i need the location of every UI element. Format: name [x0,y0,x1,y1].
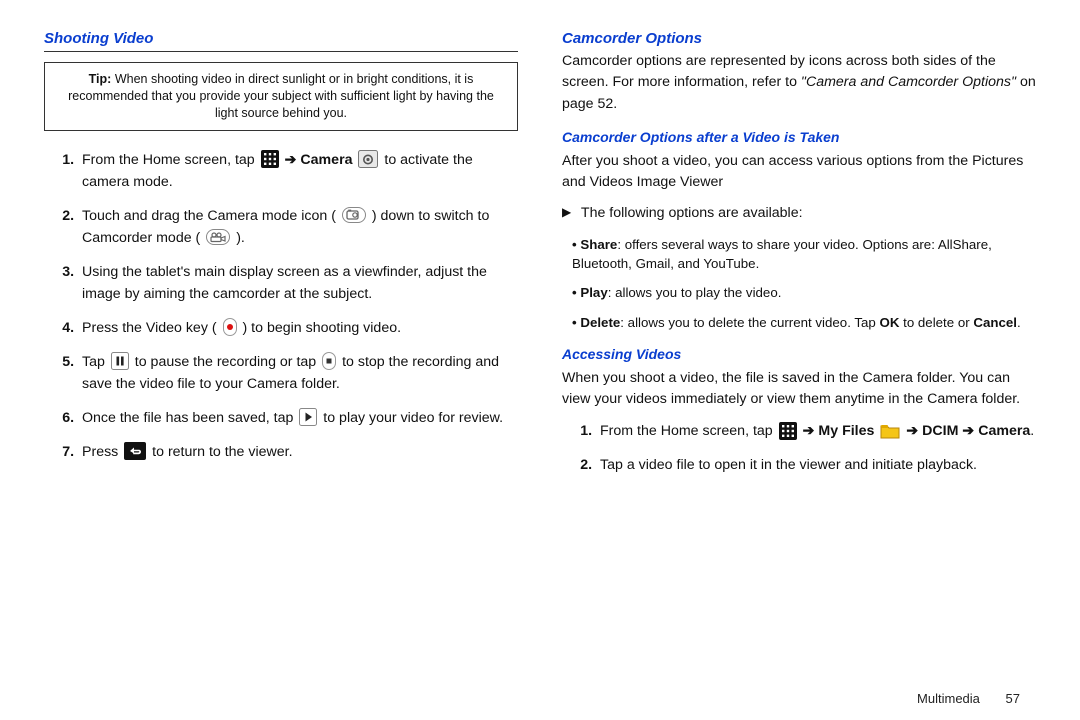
option-share: Share: offers several ways to share your… [572,235,1036,274]
myfiles-label: My Files [818,423,874,439]
text: Press [82,444,122,460]
text: Touch and drag the Camera mode icon ( [82,208,336,224]
play-icon [299,408,317,426]
page: Shooting Video Tip: When shooting video … [0,0,1080,488]
tip-label: Tip: [89,72,112,86]
page-footer: Multimedia 57 [917,691,1020,706]
step-7: Press to return to the viewer. [78,441,518,463]
text: ). [236,230,245,246]
back-key-icon [124,442,146,460]
text: : offers several ways to share your vide… [572,237,992,271]
accessing-para: When you shoot a video, the file is save… [562,368,1036,411]
rule [44,51,518,52]
heading-after-video: Camcorder Options after a Video is Taken [562,129,1036,145]
options-list: Share: offers several ways to share your… [562,235,1036,332]
dcim-label: DCIM [922,423,958,439]
text: : allows you to delete the current video… [620,315,879,330]
label: Share [580,237,617,252]
footer-section: Multimedia [917,691,980,706]
accessing-steps: From the Home screen, tap ➔ My Files ➔ D… [562,420,1036,476]
tip-box: Tip: When shooting video in direct sunli… [44,62,518,131]
astep-1: From the Home screen, tap ➔ My Files ➔ D… [596,420,1036,442]
shooting-steps: From the Home screen, tap ➔ Camera to ac… [44,149,518,463]
step-5: Tap to pause the recording or tap to sto… [78,351,518,395]
triangle-bullet-icon: ▶ [562,203,571,221]
text: . [1017,315,1021,330]
left-column: Shooting Video Tip: When shooting video … [44,30,518,488]
apps-grid-icon [779,422,797,440]
text: The following options are available: [581,205,803,221]
label: Delete [580,315,620,330]
text: to pause the recording or tap [135,354,320,370]
right-column: Camcorder Options Camcorder options are … [562,30,1036,488]
ok-label: OK [879,315,899,330]
label: Play [580,285,607,300]
arrow: ➔ [906,423,922,439]
text: From the Home screen, tap [82,152,259,168]
text: Press the Video key ( [82,320,217,336]
text: From the Home screen, tap [600,423,777,439]
text: to play your video for review. [323,410,503,426]
text: Tap [82,354,109,370]
footer-page-number: 57 [1006,691,1020,706]
step-4: Press the Video key ( ) to begin shootin… [78,317,518,339]
arrow: ➔ [285,152,301,168]
heading-camcorder-options: Camcorder Options [562,30,1036,47]
cancel-label: Cancel [973,315,1017,330]
step-6: Once the file has been saved, tap to pla… [78,407,518,429]
stop-icon [322,352,336,370]
apps-grid-icon [261,150,279,168]
option-play: Play: allows you to play the video. [572,283,1036,302]
step-2: Touch and drag the Camera mode icon ( ) … [78,205,518,249]
astep-2: Tap a video file to open it in the viewe… [596,454,1036,476]
camera-label: Camera [978,423,1030,439]
step-1: From the Home screen, tap ➔ Camera to ac… [78,149,518,193]
camera-app-icon [358,150,378,168]
text: : allows you to play the video. [608,285,782,300]
pause-icon [111,352,129,370]
text: to return to the viewer. [152,444,292,460]
options-intro: ▶ The following options are available: [562,203,1036,224]
folder-icon [880,423,900,439]
heading-accessing-videos: Accessing Videos [562,346,1036,362]
step-3: Using the tablet's main display screen a… [78,261,518,305]
text: Tap a video file to open it in the viewe… [600,457,977,473]
text: Once the file has been saved, tap [82,410,297,426]
camera-label: Camera [300,152,352,168]
arrow: ➔ [803,423,819,439]
camcorder-options-para: Camcorder options are represented by ico… [562,51,1036,115]
camcorder-mode-icon [206,229,230,245]
tip-body: When shooting video in direct sunlight o… [68,72,494,120]
option-delete: Delete: allows you to delete the current… [572,313,1036,332]
text: Using the tablet's main display screen a… [82,264,487,302]
camera-mode-icon [342,207,366,223]
text: . [1030,423,1034,439]
after-video-para: After you shoot a video, you can access … [562,151,1036,194]
heading-shooting-video: Shooting Video [44,30,518,47]
text: ) to begin shooting video. [243,320,402,336]
arrow: ➔ [962,423,978,439]
text: to delete or [899,315,973,330]
xref: "Camera and Camcorder Options" [801,74,1016,90]
record-key-icon [223,318,237,336]
